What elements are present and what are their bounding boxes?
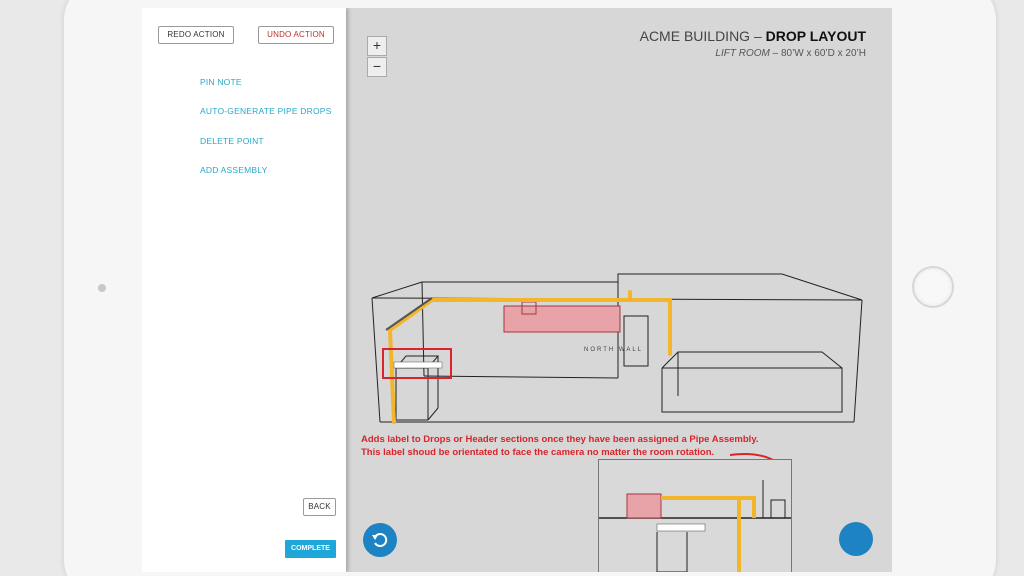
back-button[interactable]: BACK [303, 498, 336, 516]
subtitle-dims: – 80’W x 60’D x 20’H [772, 48, 866, 59]
annotation-note: Adds label to Drops or Header sections o… [361, 433, 759, 459]
annotation-line-2: This label shoud be orientated to face t… [361, 447, 715, 458]
inset-preview [598, 459, 792, 572]
page-subtitle: LIFT ROOM – 80’W x 60’D x 20’H [715, 48, 866, 59]
title-bold: DROP LAYOUT [765, 28, 866, 44]
undo-button[interactable]: UNDO ACTION [258, 26, 334, 44]
rotate-icon [372, 533, 388, 547]
north-wall-label: NORTH WALL [584, 347, 643, 353]
zoom-in-button[interactable]: + [367, 36, 387, 56]
menu-add-assembly[interactable]: ADD ASSEMBLY [200, 165, 267, 175]
title-prefix: ACME BUILDING – [639, 28, 762, 44]
side-panel: REDO ACTION UNDO ACTION PIN NOTE AUTO-GE… [142, 8, 346, 572]
subtitle-room: LIFT ROOM [715, 48, 770, 59]
home-button[interactable] [912, 266, 954, 308]
redo-button[interactable]: REDO ACTION [158, 26, 234, 44]
menu-pin-note[interactable]: PIN NOTE [200, 77, 242, 87]
menu-auto-generate-pipe-drops[interactable]: AUTO-GENERATE PIPE DROPS [200, 106, 332, 116]
app-screen: NORTH WALL REDO ACTION UNDO ACTION PIN N… [142, 8, 892, 572]
annotation-line-1: Adds label to Drops or Header sections o… [361, 434, 759, 445]
page-title: ACME BUILDING – DROP LAYOUT [640, 28, 866, 44]
complete-button[interactable]: COMPLETE [285, 540, 336, 558]
zoom-out-button[interactable]: − [367, 57, 387, 77]
menu-delete-point[interactable]: DELETE POINT [200, 136, 264, 146]
tablet-camera [98, 284, 106, 292]
view-button[interactable] [839, 522, 873, 556]
rotate-button[interactable] [363, 523, 397, 557]
header-section-box [503, 305, 621, 333]
room-outline [371, 273, 863, 301]
